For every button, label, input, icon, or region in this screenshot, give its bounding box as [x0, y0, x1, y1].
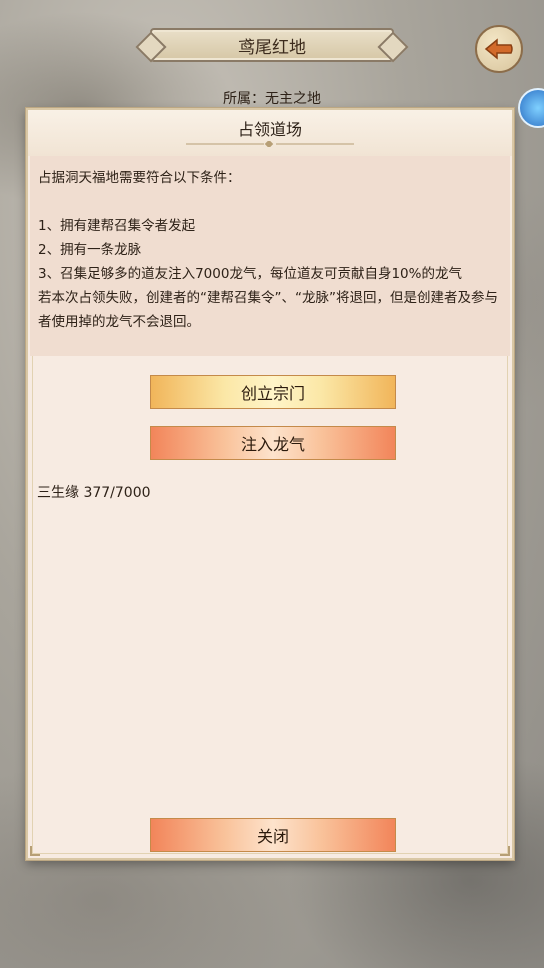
location-title-plate: 鸢尾红地	[150, 28, 394, 62]
corner-ornament	[30, 846, 40, 856]
create-sect-button[interactable]: 创立宗门	[150, 375, 396, 409]
contribution-status: 三生缘 377/7000	[37, 482, 151, 502]
location-title: 鸢尾红地	[238, 37, 306, 58]
corner-ornament	[500, 846, 510, 856]
status-name: 三生缘	[37, 485, 79, 501]
conditions-panel: 占据洞天福地需要符合以下条件： 1、拥有建帮召集令者发起 2、拥有一条龙脉 3、…	[30, 156, 510, 356]
inject-dragon-qi-button[interactable]: 注入龙气	[150, 426, 396, 460]
conditions-text: 占据洞天福地需要符合以下条件： 1、拥有建帮召集令者发起 2、拥有一条龙脉 3、…	[38, 170, 498, 330]
owner-value: 无主之地	[265, 91, 321, 107]
dialog-title: 占领道场	[237, 120, 302, 139]
dialog-header: 占领道场	[28, 110, 512, 156]
close-button[interactable]: 关闭	[150, 818, 396, 852]
status-value: 377/7000	[83, 485, 151, 501]
title-divider-ornament	[186, 141, 354, 147]
owner-line: 所属：无主之地	[0, 88, 544, 108]
owner-label: 所属：	[223, 91, 265, 107]
back-button[interactable]	[475, 25, 523, 73]
back-arrow-icon	[484, 38, 513, 60]
occupy-dialog: 占领道场 占据洞天福地需要符合以下条件： 1、拥有建帮召集令者发起 2、拥有一条…	[26, 108, 514, 860]
